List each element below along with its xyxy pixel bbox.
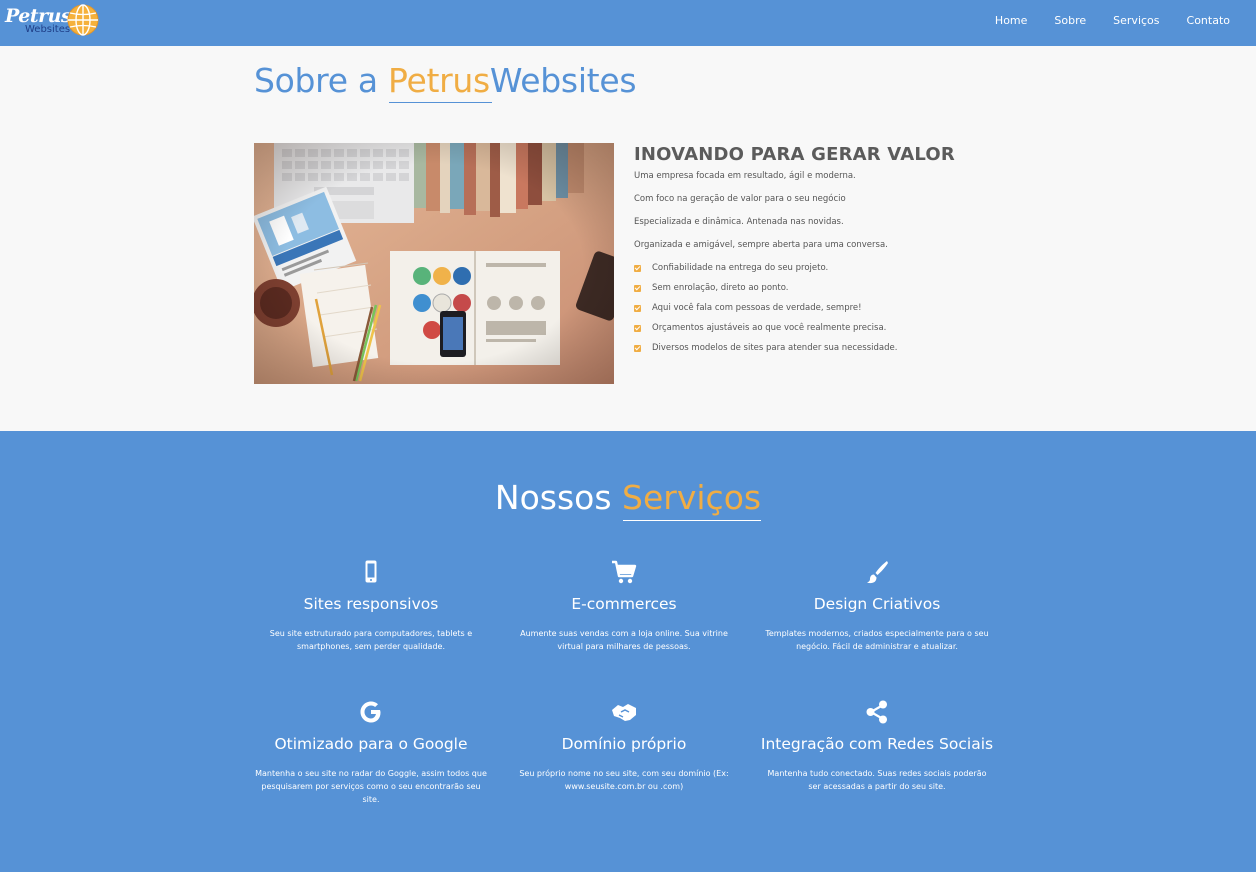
service-description: Templates modernos, criados especialment… — [765, 629, 989, 651]
list-item: Confiabilidade na entrega do seu projeto… — [634, 263, 1054, 283]
check-icon — [634, 325, 641, 332]
globe-icon — [67, 4, 99, 36]
about-text: INOVANDO PARA GERAR VALOR Uma empresa fo… — [634, 144, 1054, 363]
mobile-icon — [365, 560, 377, 583]
service-card: E-commerces Aumente suas vendas com a lo… — [504, 559, 744, 653]
nav-link-home[interactable]: Home — [995, 14, 1027, 27]
cart-icon — [612, 560, 637, 584]
service-description: Seu site estruturado para computadores, … — [269, 629, 473, 651]
service-description: Mantenha o seu site no radar do Goggle, … — [255, 769, 487, 804]
google-icon — [360, 701, 381, 723]
service-card: Sites responsivos Seu site estruturado p… — [251, 559, 491, 653]
about-title-suffix: Websites — [489, 61, 637, 100]
about-section: Sobre a PetrusWebsites INOVANDO PARA GER… — [0, 46, 1256, 431]
service-card: Otimizado para o Google Mantenha o seu s… — [251, 699, 491, 806]
service-title: E-commerces — [571, 595, 677, 613]
list-item: Aqui você fala com pessoas de verdade, s… — [634, 303, 1054, 323]
check-icon — [634, 305, 641, 312]
service-description: Aumente suas vendas com a loja online. S… — [520, 629, 728, 651]
check-icon — [634, 285, 641, 292]
about-paragraph: Especializada e dinâmica. Antenada nas n… — [634, 217, 844, 227]
list-item-text: Diversos modelos de sites para atender s… — [652, 343, 898, 353]
service-title: Otimizado para o Google — [274, 735, 468, 753]
list-item-text: Sem enrolação, direto ao ponto. — [652, 283, 789, 293]
handshake-icon — [612, 704, 636, 721]
about-title-highlight: Petrus — [388, 61, 490, 100]
logo[interactable]: Petrus Websites — [4, 2, 104, 42]
about-title: Sobre a PetrusWebsites — [254, 61, 637, 100]
share-icon — [866, 700, 887, 724]
service-title: Domínio próprio — [561, 735, 687, 753]
list-item-text: Aqui você fala com pessoas de verdade, s… — [652, 303, 862, 313]
logo-subtext: Websites — [25, 24, 71, 35]
list-item-text: Orçamentos ajustáveis ao que você realme… — [652, 323, 887, 333]
about-list: Confiabilidade na entrega do seu projeto… — [634, 263, 1054, 363]
service-description: Seu próprio nome no seu site, com seu do… — [519, 769, 729, 791]
service-card: Integração com Redes Sociais Mantenha tu… — [757, 699, 997, 793]
list-item-text: Confiabilidade na entrega do seu projeto… — [652, 263, 829, 273]
services-title: Nossos Serviços — [0, 478, 1256, 517]
service-title: Sites responsivos — [303, 595, 439, 613]
list-item: Orçamentos ajustáveis ao que você realme… — [634, 323, 1054, 343]
about-paragraph: Uma empresa focada em resultado, ágil e … — [634, 171, 856, 181]
about-title-prefix: Sobre a — [254, 61, 389, 100]
nav-link-servicos[interactable]: Serviços — [1113, 14, 1159, 27]
navbar: Petrus Websites Home Sobre Serviços Cont… — [0, 0, 1256, 46]
nav-link-sobre[interactable]: Sobre — [1054, 14, 1086, 27]
about-photo — [254, 143, 614, 384]
service-card: Design Criativos Templates modernos, cri… — [757, 559, 997, 653]
list-item: Diversos modelos de sites para atender s… — [634, 343, 1054, 363]
services-section: Nossos Serviços Sites responsivos Seu si… — [0, 431, 1256, 872]
service-title: Design Criativos — [813, 595, 941, 613]
service-card: Domínio próprio Seu próprio nome no seu … — [504, 699, 744, 793]
about-paragraph: Organizada e amigável, sempre aberta par… — [634, 240, 888, 250]
services-title-prefix: Nossos — [494, 478, 623, 517]
nav-link-contato[interactable]: Contato — [1187, 14, 1230, 27]
service-title: Integração com Redes Sociais — [760, 735, 994, 753]
about-heading: INOVANDO PARA GERAR VALOR — [634, 144, 955, 165]
list-item: Sem enrolação, direto ao ponto. — [634, 283, 1054, 303]
services-title-highlight: Serviços — [622, 478, 762, 517]
nav-links: Home Sobre Serviços Contato — [968, 14, 1230, 27]
service-description: Mantenha tudo conectado. Suas redes soci… — [767, 769, 987, 791]
about-paragraph: Com foco na geração de valor para o seu … — [634, 194, 846, 204]
check-icon — [634, 345, 641, 352]
brush-icon — [867, 561, 888, 584]
check-icon — [634, 265, 641, 272]
